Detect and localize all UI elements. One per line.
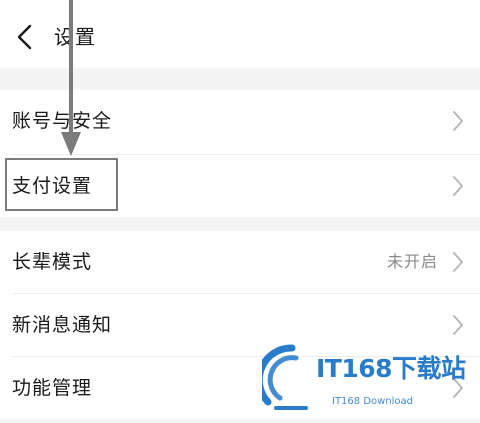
back-button[interactable] (14, 22, 36, 52)
section-gap (0, 419, 480, 423)
chevron-right-icon (453, 252, 463, 272)
chevron-right-icon (453, 315, 463, 335)
arrow-down-icon (61, 0, 81, 156)
settings-item-label: 新消息通知 (12, 314, 113, 336)
watermark-text: IT168下载站 (316, 354, 466, 383)
chevron-left-icon (17, 24, 32, 50)
chevron-right-icon (453, 111, 463, 131)
settings-item-label: 功能管理 (12, 377, 93, 399)
elder-mode-status: 未开启 (386, 252, 438, 271)
chevron-right-icon (453, 176, 463, 196)
watermark-subtext: IT168 Download (332, 396, 414, 407)
settings-item-label: 长辈模式 (12, 251, 93, 273)
section-gap (0, 217, 480, 231)
it168-logo-icon (262, 344, 308, 410)
watermark-logo: IT168下载站 IT168 Download (262, 344, 476, 416)
settings-item-elder-mode[interactable]: 长辈模式 未开启 (0, 231, 480, 293)
highlight-box (5, 158, 118, 211)
